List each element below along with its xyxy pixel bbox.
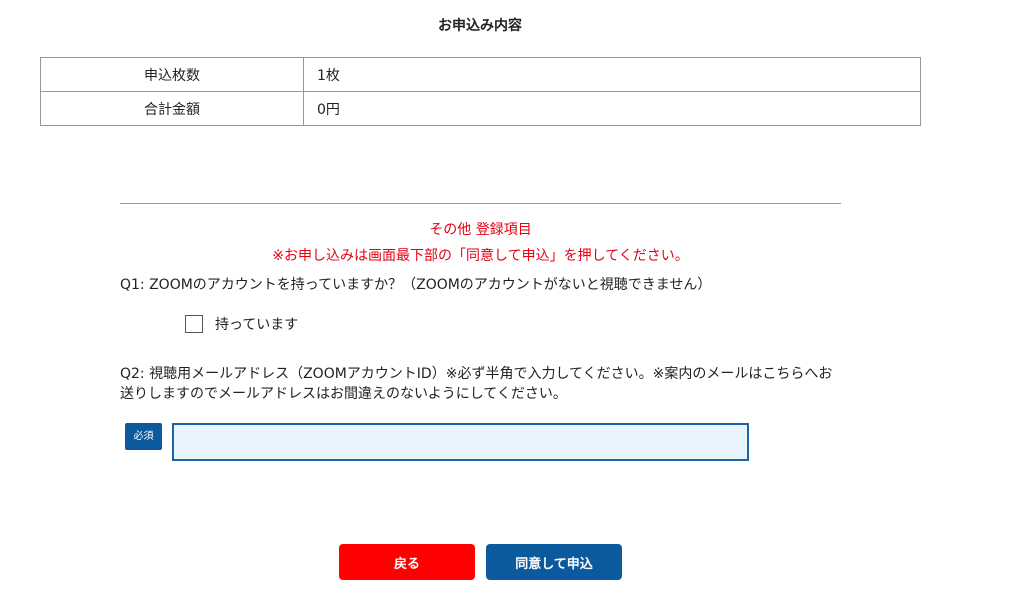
- agree-and-apply-button[interactable]: 同意して申込: [486, 544, 622, 580]
- submit-instruction-note: ※お申し込みは画面最下部の「同意して申込」を押してください。: [272, 248, 689, 264]
- summary-table: 申込枚数 1枚 合計金額 0円: [40, 57, 921, 126]
- table-row: 申込枚数 1枚: [40, 57, 921, 92]
- section-divider: [120, 203, 841, 204]
- section-title: お申込み内容: [438, 18, 522, 34]
- row-value-quantity: 1枚: [303, 57, 921, 92]
- question-1-text: Q1: ZOOMのアカウントを持っていますか？（ZOOMのアカウントがないと視聴…: [120, 277, 712, 293]
- required-badge: 必須: [125, 423, 162, 450]
- has-zoom-account-checkbox[interactable]: [185, 315, 203, 333]
- has-zoom-account-label: 持っています: [215, 317, 299, 333]
- other-section-title: その他 登録項目: [429, 222, 532, 238]
- row-value-total: 0円: [303, 91, 921, 126]
- has-zoom-account-option[interactable]: 持っています: [185, 314, 298, 334]
- table-row: 合計金額 0円: [40, 91, 921, 126]
- row-label-total: 合計金額: [40, 91, 304, 126]
- application-page: お申込み内容 申込枚数 1枚 合計金額 0円 その他 登録項目 ※お申し込みは画…: [0, 0, 1024, 607]
- question-2-text: Q2: 視聴用メールアドレス（ZOOMアカウントID）※必ず半角で入力してくださ…: [120, 366, 833, 402]
- back-button[interactable]: 戻る: [339, 544, 475, 580]
- viewing-email-input[interactable]: [172, 423, 749, 461]
- row-label-quantity: 申込枚数: [40, 57, 304, 92]
